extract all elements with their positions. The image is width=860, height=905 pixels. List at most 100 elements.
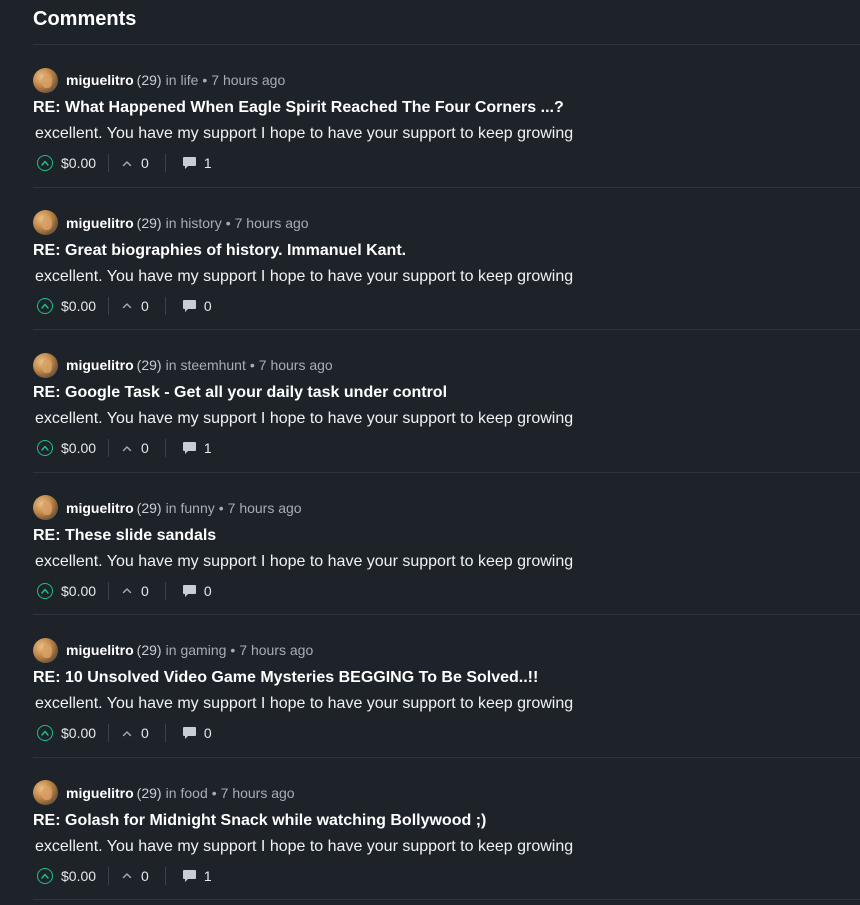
action-divider — [108, 581, 110, 600]
in-label: in — [165, 214, 177, 231]
avatar[interactable] — [33, 780, 58, 805]
chevron-up-icon[interactable] — [121, 585, 133, 597]
avatar[interactable] — [33, 352, 58, 378]
comment-item: miguelitro (29) in life • 7 hours ago RE… — [33, 45, 860, 188]
timestamp-link[interactable]: 7 hours ago — [239, 642, 313, 658]
timestamp-link[interactable]: 7 hours ago — [211, 72, 285, 88]
upvote-icon[interactable] — [37, 155, 53, 171]
author-link[interactable]: miguelitro — [66, 785, 134, 801]
action-divider — [108, 296, 110, 315]
payout-value[interactable]: $0.00 — [61, 868, 96, 884]
reply-count[interactable]: 0 — [204, 583, 212, 599]
timestamp-link[interactable]: 7 hours ago — [221, 785, 295, 801]
comment-title-link[interactable]: RE: What Happened When Eagle Spirit Reac… — [33, 99, 564, 117]
chevron-up-icon[interactable] — [121, 442, 133, 454]
upvote-icon[interactable] — [37, 867, 53, 884]
action-divider — [108, 154, 110, 172]
reply-count[interactable]: 1 — [204, 868, 212, 884]
author-link[interactable]: miguelitro — [66, 500, 134, 516]
comment-meta: miguelitro (29) in food • 7 hours ago — [33, 780, 295, 806]
action-divider — [108, 724, 110, 742]
comment-actions: $0.00 0 0 — [37, 580, 212, 602]
comment-body: excellent. You have my support I hope to… — [35, 410, 574, 427]
vote-count[interactable]: 0 — [141, 155, 149, 171]
comment-actions: $0.00 0 1 — [37, 437, 212, 459]
category-link[interactable]: food — [180, 785, 207, 801]
reply-count[interactable]: 1 — [204, 155, 212, 171]
author-reputation: (29) — [136, 214, 162, 231]
timestamp-link[interactable]: 7 hours ago — [259, 357, 333, 373]
avatar[interactable] — [33, 210, 58, 235]
payout-value[interactable]: $0.00 — [61, 440, 96, 456]
timestamp-link[interactable]: 7 hours ago — [235, 215, 309, 231]
page-title: Comments — [33, 8, 137, 30]
comment-title-link[interactable]: RE: Great biographies of history. Immanu… — [33, 242, 406, 260]
upvote-icon[interactable] — [37, 582, 53, 599]
upvote-icon[interactable] — [37, 725, 53, 741]
comment-bubble-icon[interactable] — [182, 584, 197, 598]
comment-actions: $0.00 0 0 — [37, 295, 212, 317]
vote-count[interactable]: 0 — [141, 583, 149, 599]
separator-dot: • — [202, 72, 208, 88]
chevron-up-icon[interactable] — [121, 727, 133, 739]
reply-count[interactable]: 0 — [204, 298, 212, 314]
separator-dot: • — [230, 642, 236, 658]
payout-value[interactable]: $0.00 — [61, 583, 96, 599]
comment-item: miguelitro (29) in gaming • 7 hours ago … — [33, 615, 860, 758]
in-label: in — [165, 642, 177, 658]
avatar[interactable] — [33, 495, 58, 520]
timestamp-link[interactable]: 7 hours ago — [228, 500, 302, 516]
payout-value[interactable]: $0.00 — [61, 155, 96, 171]
in-label: in — [165, 499, 177, 516]
comment-title-link[interactable]: RE: 10 Unsolved Video Game Mysteries BEG… — [33, 669, 538, 687]
avatar[interactable] — [33, 637, 58, 663]
author-link[interactable]: miguelitro — [66, 72, 134, 88]
comment-bubble-icon[interactable] — [182, 299, 197, 313]
comment-body: excellent. You have my support I hope to… — [35, 125, 574, 142]
comment-bubble-icon[interactable] — [182, 869, 197, 883]
comment-title-link[interactable]: RE: These slide sandals — [33, 527, 216, 545]
reply-count[interactable]: 0 — [204, 725, 212, 741]
reply-count[interactable]: 1 — [204, 440, 212, 456]
comment-bubble-icon[interactable] — [182, 726, 197, 740]
author-reputation: (29) — [136, 357, 162, 373]
chevron-up-icon[interactable] — [121, 300, 133, 312]
category-link[interactable]: steemhunt — [180, 357, 245, 373]
upvote-icon[interactable] — [37, 440, 53, 456]
upvote-icon[interactable] — [37, 297, 53, 314]
chevron-up-icon[interactable] — [121, 870, 133, 882]
comment-body: excellent. You have my support I hope to… — [35, 837, 574, 855]
comment-list: miguelitro (29) in life • 7 hours ago RE… — [33, 45, 860, 900]
vote-count[interactable]: 0 — [141, 298, 149, 314]
comment-meta: miguelitro (29) in steemhunt • 7 hours a… — [33, 352, 333, 378]
comment-actions: $0.00 0 0 — [37, 722, 212, 744]
category-link[interactable]: funny — [180, 500, 214, 516]
category-link[interactable]: gaming — [180, 642, 226, 658]
author-link[interactable]: miguelitro — [66, 215, 134, 231]
action-divider — [164, 154, 166, 172]
comment-title-link[interactable]: RE: Google Task - Get all your daily tas… — [33, 384, 447, 402]
author-reputation: (29) — [136, 784, 162, 801]
category-link[interactable]: life — [180, 72, 198, 88]
comment-title-link[interactable]: RE: Golash for Midnight Snack while watc… — [33, 812, 486, 830]
chevron-up-icon[interactable] — [121, 157, 133, 169]
author-link[interactable]: miguelitro — [66, 642, 134, 658]
author-link[interactable]: miguelitro — [66, 357, 134, 373]
separator-dot: • — [218, 499, 224, 516]
in-label: in — [165, 357, 177, 373]
comment-bubble-icon[interactable] — [182, 441, 197, 455]
vote-count[interactable]: 0 — [141, 725, 149, 741]
vote-count[interactable]: 0 — [141, 868, 149, 884]
in-label: in — [165, 72, 177, 88]
payout-value[interactable]: $0.00 — [61, 298, 96, 314]
action-divider — [164, 581, 166, 600]
payout-value[interactable]: $0.00 — [61, 725, 96, 741]
vote-count[interactable]: 0 — [141, 440, 149, 456]
category-link[interactable]: history — [180, 215, 221, 231]
action-divider — [108, 866, 110, 885]
comments-page: Comments miguelitro (29) in life • 7 hou… — [0, 0, 860, 905]
comment-actions: $0.00 0 1 — [37, 865, 212, 887]
comment-bubble-icon[interactable] — [182, 156, 197, 170]
avatar[interactable] — [33, 67, 58, 93]
separator-dot: • — [249, 357, 255, 373]
